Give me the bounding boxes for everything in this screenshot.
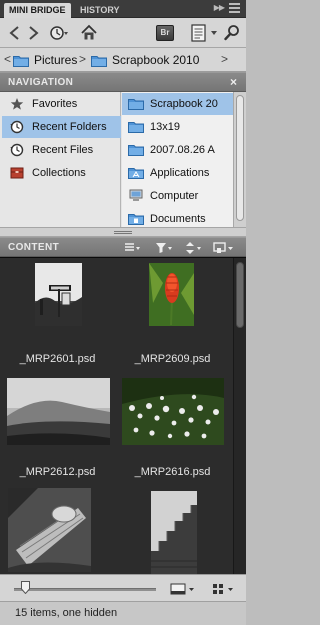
folder-label: Documents [150,213,206,225]
breadcrumb-label: Pictures [34,53,78,67]
breadcrumb-separator-icon[interactable]: > [221,52,228,66]
toolbar: Br [0,18,246,48]
thumbnail-filename: _MRP2601.psd [19,353,96,365]
folder-label: Applications [150,167,210,179]
source-item-collections[interactable]: Collections [2,162,121,184]
sort-icon[interactable] [185,241,203,255]
thumbnail-filename: _MRP2612.psd [19,466,96,478]
folder-icon [13,56,29,68]
view-mode-icon[interactable] [212,582,238,596]
folder-label: Scrapbook 20 [150,98,218,110]
thumbnail-item[interactable] [0,478,115,575]
home-icon[interactable] [80,24,98,42]
view-options-icon[interactable] [124,241,142,255]
folder-label: 2007.08.26 A [150,144,215,156]
source-item-favorites[interactable]: Favorites [2,93,121,115]
tab-history[interactable]: HISTORY [75,3,125,18]
tab-mini-bridge[interactable]: MINI BRIDGE [4,3,71,18]
folder-icon [128,145,144,156]
computer-icon [129,189,143,201]
content-title: CONTENT [8,242,60,253]
source-item-recent-files[interactable]: Recent Files [2,139,121,161]
breadcrumb-item-pictures[interactable]: Pictures [13,53,78,68]
bottom-toolbar [0,574,246,601]
thumbnail-item[interactable]: _MRP2601.psd [0,258,115,368]
white-flowers-photo [122,378,224,445]
signpost-photo [35,263,82,326]
breadcrumb: < Pictures > Scrapbook 2010 > [0,48,246,72]
misty-hill-photo [7,378,110,445]
navigation-title: NAVIGATION [8,77,74,88]
folder-item-applications[interactable]: Applications [122,162,233,184]
document-icon[interactable] [190,24,222,42]
folder-item-scrapbook-2010[interactable]: Scrapbook 20 [122,93,233,115]
folder-item-computer[interactable]: Computer [122,185,233,207]
thumbnail-item[interactable]: _MRP2612.psd [0,368,115,478]
content-scrollbar[interactable] [233,258,246,575]
preview-icon[interactable] [170,582,198,596]
panel-menu-icon[interactable] [229,3,240,14]
item-count-status: 15 items, one hidden [15,607,118,619]
folder-icon [128,99,144,110]
breadcrumb-label: Scrapbook 2010 [112,53,200,67]
folder-icon [91,56,107,68]
panel-tab-bar: MINI BRIDGE HISTORY ▶▶ [0,0,246,18]
tree-stump-photo [8,488,91,572]
folder-label: Computer [150,190,199,202]
collections-icon [10,167,24,179]
scrollbar-thumb[interactable] [236,262,244,328]
red-flower-photo [149,263,194,326]
applications-folder-icon [128,168,144,179]
search-icon[interactable] [224,24,240,42]
tools-icon[interactable] [213,241,235,255]
panel-splitter[interactable] [0,227,246,237]
stone-steps-photo [151,491,197,574]
recent-files-icon [10,143,24,157]
navigation-scrollbar[interactable] [233,92,246,227]
thumbnail-size-slider-handle[interactable] [21,581,30,594]
source-list: Favorites Recent Folders Recent Files Co… [0,92,121,227]
thumbnail-item[interactable] [115,478,230,575]
navigation-header: NAVIGATION × [0,72,246,92]
content-header: CONTENT [0,237,246,257]
folder-item-13x19[interactable]: 13x19 [122,116,233,138]
thumbnail-grid: _MRP2601.psd _MRP2609.psd _MRP2612.psd _… [0,258,230,575]
thumbnail-filename: _MRP2616.psd [134,466,211,478]
source-label: Recent Files [32,144,94,156]
filter-icon[interactable] [155,241,173,255]
documents-folder-icon [128,214,144,225]
recent-folders-icon [10,120,24,134]
bridge-button[interactable]: Br [156,25,174,41]
source-label: Recent Folders [32,121,107,133]
folder-icon [128,122,144,133]
close-navigation-icon[interactable]: × [230,75,237,89]
folder-list: Scrapbook 20 13x19 2007.08.26 A Applicat… [122,92,233,227]
thumbnail-item[interactable]: _MRP2609.psd [115,258,230,368]
source-label: Collections [32,167,86,179]
navigation-panel: Favorites Recent Folders Recent Files Co… [0,92,246,227]
recent-items-icon[interactable] [47,24,69,42]
source-item-recent-folders[interactable]: Recent Folders [2,116,121,138]
breadcrumb-item-scrapbook-2010[interactable]: Scrapbook 2010 [91,53,200,68]
splitter-grip-icon [114,231,132,232]
thumbnail-item[interactable]: _MRP2616.psd [115,368,230,478]
content-panel: _MRP2601.psd _MRP2609.psd _MRP2612.psd _… [0,257,246,575]
back-arrow-icon[interactable] [8,24,22,42]
forward-arrow-icon[interactable] [26,24,40,42]
folder-item-documents[interactable]: Documents [122,208,233,227]
status-bar: 15 items, one hidden [0,601,246,625]
collapse-panel-icon[interactable]: ▶▶ [214,3,225,12]
breadcrumb-separator-icon: > [79,52,87,66]
scrollbar-thumb[interactable] [236,95,244,221]
breadcrumb-back-chevron-icon[interactable]: < [4,52,11,66]
folder-label: 13x19 [150,121,180,133]
thumbnail-size-slider[interactable] [14,588,156,591]
source-label: Favorites [32,98,78,110]
folder-item-2007-08-26[interactable]: 2007.08.26 A [122,139,233,161]
thumbnail-filename: _MRP2609.psd [134,353,211,365]
star-icon [10,98,24,110]
